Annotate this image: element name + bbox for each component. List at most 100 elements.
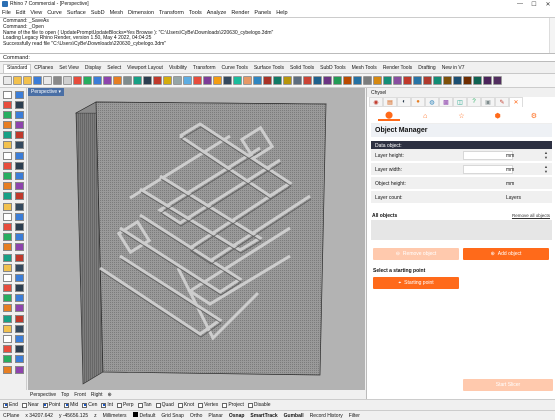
toolbar-tab-render-tools[interactable]: Render Tools (380, 65, 415, 73)
print-icon[interactable] (33, 76, 42, 85)
panel-tab-layers[interactable]: ▤ (383, 97, 397, 107)
snapshot-icon[interactable] (14, 345, 24, 354)
lights-icon[interactable] (413, 76, 422, 85)
explode-icon[interactable] (14, 243, 24, 252)
zoom-icon[interactable] (123, 76, 132, 85)
toolbar-tab-set-view[interactable]: Set View (56, 65, 82, 73)
panel-tab-environment[interactable]: ◍ (425, 97, 439, 107)
render-tool-icon[interactable] (2, 324, 12, 333)
wireframe-icon[interactable] (403, 76, 412, 85)
cplane-label[interactable]: CPlane (3, 413, 19, 419)
polyline-tool-icon[interactable] (2, 100, 12, 109)
panel-tab-display[interactable]: ◫ (453, 97, 467, 107)
menu-item-surface[interactable]: Surface (67, 10, 86, 16)
layer-icon[interactable] (323, 76, 332, 85)
new-icon[interactable] (3, 76, 12, 85)
osnap-quad[interactable]: Quad (155, 402, 174, 408)
toolbar-tab-select[interactable]: Select (104, 65, 124, 73)
status-filter[interactable]: Filter (349, 413, 360, 419)
gear-icon[interactable] (14, 324, 24, 333)
toolbar-tab-surface-tools[interactable]: Surface Tools (251, 65, 287, 73)
circle-tool-icon[interactable] (14, 110, 24, 119)
copy-tool-icon[interactable] (14, 212, 24, 221)
history-scrollbar[interactable] (549, 18, 555, 54)
add-viewport-tab-icon[interactable]: ⊕ (108, 392, 112, 398)
chamfer-icon[interactable] (14, 202, 24, 211)
sphere-icon[interactable] (14, 161, 24, 170)
group-icon[interactable] (2, 294, 12, 303)
osnap-checkbox[interactable] (116, 402, 122, 408)
ellipse-tool-icon[interactable] (14, 121, 24, 130)
help-tool-icon[interactable] (2, 355, 12, 364)
extra-tool-icon[interactable] (14, 365, 24, 374)
menu-item-curve[interactable]: Curve (47, 10, 62, 16)
osnap-checkbox[interactable] (3, 402, 8, 408)
extrude-tool-icon[interactable] (14, 151, 24, 160)
boolean-union-icon[interactable] (2, 192, 12, 201)
circle-icon[interactable] (243, 76, 252, 85)
layer-indicator[interactable]: Default (132, 412, 155, 419)
toolbar-tab-visibility[interactable]: Visibility (166, 65, 190, 73)
material-icon[interactable] (333, 76, 342, 85)
viewport-tab-right[interactable]: Right (91, 392, 103, 398)
undo-icon[interactable] (83, 76, 92, 85)
panel-tab-textures[interactable]: ▩ (439, 97, 453, 107)
menu-item-dimension[interactable]: Dimension (128, 10, 154, 16)
maximize-button[interactable]: ☐ (527, 1, 541, 8)
chysel-tab-favorites[interactable]: ☆ (450, 112, 472, 120)
toolbar-tab-display[interactable]: Display (82, 65, 104, 73)
add-object-button[interactable]: ⊕ Add object (463, 248, 549, 260)
block-tool-icon[interactable] (14, 284, 24, 293)
panel-tab-properties[interactable]: ◉ (369, 97, 383, 107)
line-tool-icon[interactable] (14, 100, 24, 109)
toolbar-tab-viewport-layout[interactable]: Viewport Layout (124, 65, 166, 73)
status-grid-snap[interactable]: Grid Snap (161, 413, 184, 419)
osnap-checkbox[interactable] (155, 402, 161, 408)
settings-icon[interactable] (493, 76, 502, 85)
line-icon[interactable] (213, 76, 222, 85)
point-tool-icon[interactable] (14, 90, 24, 99)
xray-icon[interactable] (393, 76, 402, 85)
freeform-tool-icon[interactable] (2, 141, 12, 150)
osnap-checkbox[interactable] (82, 402, 88, 408)
panel-tab-help[interactable]: ? (467, 97, 481, 107)
panel-tab-render[interactable]: ◐ (397, 97, 411, 107)
osnap-checkbox[interactable] (64, 402, 70, 408)
cplane-icon[interactable] (183, 76, 192, 85)
analysis-icon[interactable] (423, 76, 432, 85)
split-icon[interactable] (14, 253, 24, 262)
menu-item-panels[interactable]: Panels (254, 10, 271, 16)
osnap-near[interactable]: Near (21, 402, 39, 408)
select-icon[interactable] (2, 90, 12, 99)
starting-point-button[interactable]: ⌖ Starting point (373, 277, 459, 289)
project-icon[interactable] (14, 263, 24, 272)
osnap-cen[interactable]: Cen (82, 402, 97, 408)
menu-item-file[interactable]: File (2, 10, 11, 16)
paste-icon[interactable] (73, 76, 82, 85)
osnap-checkbox[interactable] (137, 402, 143, 408)
hatch-icon[interactable] (303, 76, 312, 85)
units-label[interactable]: Millimeters (103, 413, 127, 419)
array-icon[interactable] (14, 233, 24, 242)
properties-icon[interactable] (43, 76, 52, 85)
scale-icon[interactable] (14, 222, 24, 231)
osnap-checkbox[interactable] (247, 402, 253, 408)
point-icon[interactable] (203, 76, 212, 85)
toolbar-tab-solid-tools[interactable]: Solid Tools (287, 65, 317, 73)
osnap-knot[interactable]: Knot (177, 402, 194, 408)
chysel-tab-object-manager[interactable]: ⬤ (378, 111, 401, 121)
fillet-icon[interactable] (2, 202, 12, 211)
osnap-tan[interactable]: Tan (137, 402, 152, 408)
rendered-icon[interactable] (373, 76, 382, 85)
panel-tab-named-views[interactable]: ▣ (481, 97, 495, 107)
rotate-icon[interactable] (2, 222, 12, 231)
menu-item-analyze[interactable]: Analyze (207, 10, 227, 16)
viewport-tab-front[interactable]: Front (74, 392, 86, 398)
menu-item-render[interactable]: Render (231, 10, 249, 16)
mesh-tool-icon[interactable] (2, 182, 12, 191)
zoom-window-icon[interactable] (133, 76, 142, 85)
boolean-diff-icon[interactable] (14, 192, 24, 201)
properties-tool-icon[interactable] (14, 355, 24, 364)
script-icon[interactable] (14, 335, 24, 343)
ghosted-icon[interactable] (383, 76, 392, 85)
